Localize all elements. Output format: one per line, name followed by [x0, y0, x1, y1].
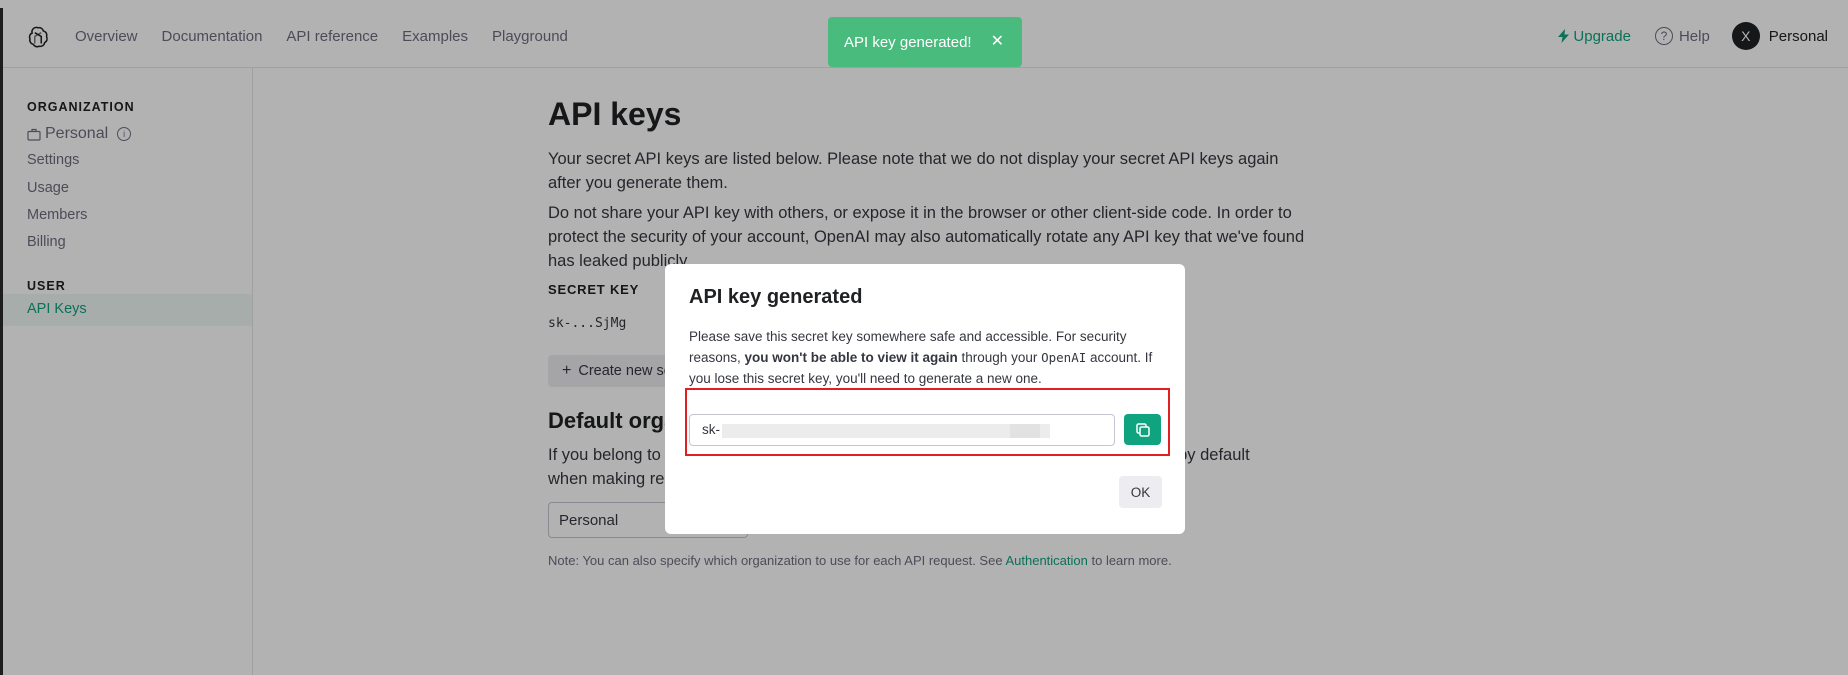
dialog-title: API key generated	[689, 286, 863, 308]
success-toast: API key generated! ✕	[828, 17, 1022, 67]
redacted-key-block	[722, 424, 1050, 438]
ok-button[interactable]: OK	[1119, 476, 1162, 508]
dialog-message-part-b: through your	[957, 350, 1042, 365]
secret-key-prefix: sk-	[702, 422, 720, 437]
dialog-message: Please save this secret key somewhere sa…	[689, 326, 1164, 389]
api-key-generated-dialog: API key generated Please save this secre…	[665, 264, 1185, 534]
copy-button[interactable]	[1124, 414, 1161, 445]
toast-message: API key generated!	[844, 33, 972, 51]
dialog-message-mono: OpenAI	[1041, 350, 1087, 365]
dialog-message-bold: you won't be able to view it again	[744, 350, 958, 365]
secret-key-field[interactable]: sk-	[689, 414, 1115, 446]
redacted-key-block-2	[1010, 424, 1040, 438]
copy-icon	[1135, 422, 1150, 437]
close-icon[interactable]: ✕	[991, 31, 1004, 51]
